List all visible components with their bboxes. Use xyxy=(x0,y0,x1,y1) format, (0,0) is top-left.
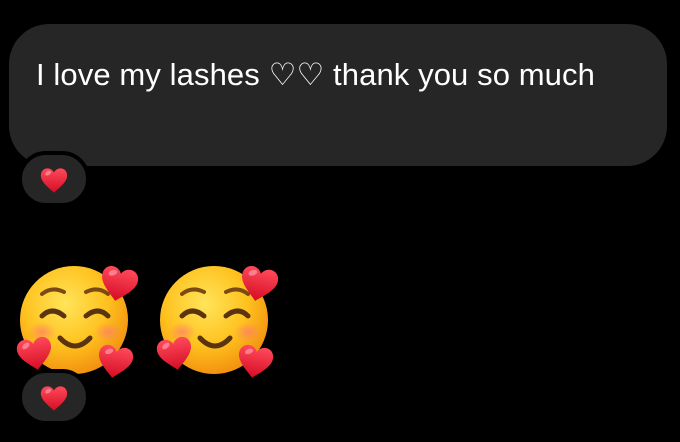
smiling-face-with-hearts-icon xyxy=(155,264,280,381)
emoji-message[interactable] xyxy=(12,258,280,386)
message-text: I love my lashes ♡♡ thank you so much xyxy=(36,57,595,92)
emoji-message-reaction[interactable] xyxy=(18,369,90,425)
red-heart-icon xyxy=(40,168,68,193)
red-heart-icon xyxy=(40,386,68,411)
message-reaction[interactable] xyxy=(18,151,90,207)
smiling-face-with-hearts-icon xyxy=(15,264,140,381)
